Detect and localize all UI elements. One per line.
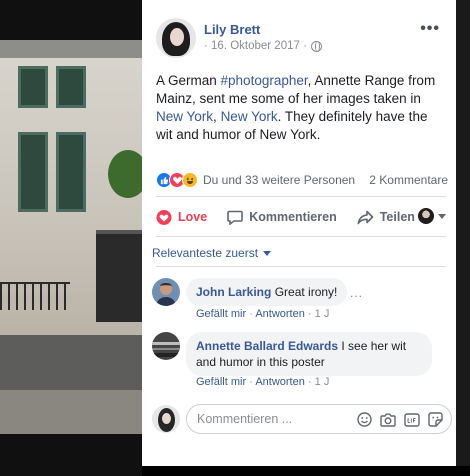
comment-sort-dropdown[interactable]: Relevanteste zuerst (152, 246, 272, 260)
avatar (418, 208, 434, 224)
share-icon (357, 210, 374, 225)
comment-reply-link[interactable]: Antworten (255, 308, 305, 320)
comment-actions: Gefällt mir · Antworten · 1 J (196, 376, 329, 388)
location-link[interactable]: New York (156, 109, 213, 124)
commenter-name[interactable]: John Larking (196, 285, 271, 299)
comment-count[interactable]: 2 Kommentare (369, 173, 448, 187)
emoji-icon[interactable] (357, 412, 372, 430)
globe-icon (310, 40, 322, 52)
chevron-down-icon (438, 213, 446, 219)
divider (156, 236, 446, 237)
post-text-part: A German (156, 73, 221, 88)
reaction-names[interactable]: Du und 33 weitere Personen (203, 173, 355, 187)
gif-icon[interactable] (404, 412, 420, 430)
commenter-avatar[interactable] (152, 278, 180, 306)
composer-tools (357, 412, 443, 430)
comment-time[interactable]: 1 J (315, 308, 330, 320)
photo-window (56, 132, 86, 212)
post-meta: · 16. Oktober 2017 · (204, 40, 322, 52)
haha-reaction-icon (182, 172, 198, 188)
photo-window (18, 132, 48, 212)
author-name[interactable]: Lily Brett (204, 22, 260, 37)
hashtag-link[interactable]: #photographer (221, 73, 308, 88)
heart-icon (156, 209, 172, 225)
action-bar: Love Kommentieren Teilen (156, 204, 446, 230)
commenter-name[interactable]: Annette Ballard Edwards (196, 339, 338, 353)
author-avatar[interactable] (156, 18, 196, 58)
current-user-avatar (152, 405, 180, 433)
comment-input[interactable]: Kommentieren ... (186, 404, 452, 434)
divider (156, 266, 446, 267)
comment-options-button[interactable]: ... (350, 286, 363, 300)
comment-reply-link[interactable]: Antworten (255, 376, 305, 388)
love-button[interactable]: Love (156, 209, 208, 225)
comment-bubble: John Larking Great irony! (186, 278, 348, 306)
separator: · (249, 308, 253, 320)
comment-item: Annette Ballard Edwards I see her wit an… (152, 332, 452, 392)
separator: · (307, 376, 312, 388)
comment-like-link[interactable]: Gefällt mir (196, 376, 246, 388)
comment-text: Great irony! (274, 285, 338, 299)
comment-button[interactable]: Kommentieren (227, 210, 337, 225)
share-label: Teilen (379, 210, 415, 224)
bottom-bar (142, 466, 470, 476)
more-options-button[interactable]: ••• (420, 20, 440, 38)
audience-selector[interactable] (418, 208, 446, 224)
comment-input-placeholder: Kommentieren ... (197, 412, 293, 426)
comment-actions: Gefällt mir · Antworten · 1 J (196, 308, 329, 320)
love-label: Love (178, 210, 208, 224)
separator: · (307, 308, 312, 320)
photo-cornice (0, 40, 142, 58)
comment-bubble: Annette Ballard Edwards I see her wit an… (186, 332, 432, 376)
photo-sidewalk (0, 390, 142, 434)
post-panel: Lily Brett · 16. Oktober 2017 · ••• A Ge… (142, 0, 456, 476)
post-photo[interactable] (0, 0, 142, 476)
sticker-icon[interactable] (428, 412, 443, 430)
comment-item: John Larking Great irony! ... Gefällt mi… (152, 278, 452, 322)
chevron-down-icon (263, 250, 272, 256)
separator: · (249, 376, 253, 388)
photo-street (0, 335, 142, 395)
camera-icon[interactable] (380, 413, 396, 430)
post-header: Lily Brett · 16. Oktober 2017 · ••• (156, 18, 446, 58)
reaction-summary[interactable]: Du und 33 weitere Personen 2 Kommentare (156, 170, 448, 190)
comment-label: Kommentieren (249, 210, 337, 224)
photo-garage (96, 230, 142, 322)
photo-tree (108, 150, 142, 198)
post-date[interactable]: · 16. Oktober 2017 · (204, 40, 307, 52)
photo-window (18, 66, 48, 108)
post-text-part: , (213, 109, 221, 124)
comment-icon (227, 210, 243, 225)
right-gutter (456, 0, 470, 476)
comment-time[interactable]: 1 J (315, 376, 330, 388)
comment-like-link[interactable]: Gefällt mir (196, 308, 246, 320)
photo-window (56, 66, 86, 108)
sort-label: Relevanteste zuerst (152, 246, 259, 260)
comment-composer: Kommentieren ... (152, 404, 452, 434)
photo-railing (0, 282, 70, 310)
commenter-avatar[interactable] (152, 332, 180, 360)
location-link[interactable]: New York (221, 109, 278, 124)
post-text: A German #photographer, Annette Range fr… (156, 72, 446, 144)
divider (156, 196, 446, 197)
share-button[interactable]: Teilen (357, 210, 415, 225)
